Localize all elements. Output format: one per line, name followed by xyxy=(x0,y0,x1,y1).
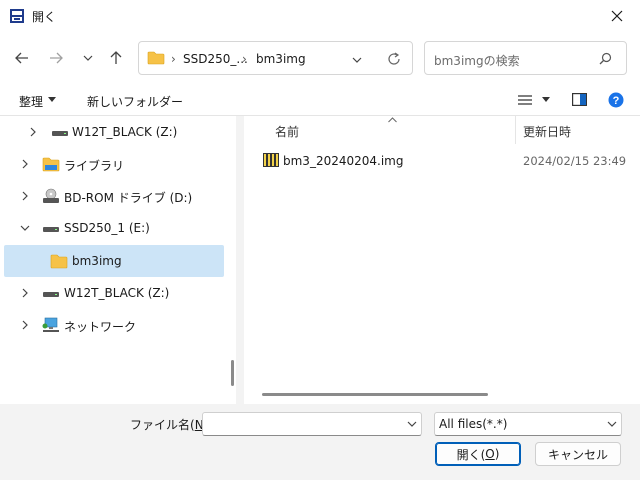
app-icon xyxy=(10,9,24,23)
refresh-icon[interactable] xyxy=(387,52,401,66)
file-name: bm3_20240204.img xyxy=(283,154,404,168)
navigation-pane[interactable]: W12T_BLACK (Z:) ライブラリ BD-ROM ドライブ (D:) S… xyxy=(0,116,236,404)
nav-item-label: bm3img xyxy=(72,254,122,268)
nav-item-libraries[interactable]: ライブラリ xyxy=(0,148,236,180)
filename-input[interactable] xyxy=(202,412,422,436)
filetype-select[interactable]: All files(*.*) xyxy=(434,412,622,436)
breadcrumb-separator: › xyxy=(242,52,247,66)
new-folder-button[interactable]: 新しいフォルダー xyxy=(87,93,183,110)
search-input[interactable]: bm3imgの検索 xyxy=(424,41,627,75)
breadcrumb-item[interactable]: SSD250_... xyxy=(183,52,248,66)
caret-down-icon[interactable] xyxy=(542,97,550,103)
optical-drive-icon xyxy=(43,188,59,203)
library-folder-icon xyxy=(42,157,60,172)
disk-image-file-icon xyxy=(263,153,279,167)
filetype-value: All files(*.*) xyxy=(439,417,508,431)
title-bar: 開く xyxy=(0,0,640,32)
recent-locations-button[interactable] xyxy=(76,46,100,70)
forward-button[interactable] xyxy=(44,46,68,70)
nav-item-label: W12T_BLACK (Z:) xyxy=(64,286,170,300)
chevron-right-icon[interactable] xyxy=(19,318,31,332)
preview-pane-icon[interactable] xyxy=(572,93,587,106)
chevron-down-icon xyxy=(83,55,93,61)
open-button[interactable]: 開く(O) xyxy=(435,442,521,466)
nav-item-label: ネットワーク xyxy=(64,320,137,334)
nav-item-ssd250[interactable]: SSD250_1 (E:) xyxy=(0,212,236,244)
up-button[interactable] xyxy=(104,46,128,70)
nav-item-bm3img[interactable]: bm3img xyxy=(4,245,224,277)
chevron-right-icon[interactable] xyxy=(19,286,31,300)
address-box[interactable]: › SSD250_... › bm3img xyxy=(138,41,413,75)
svg-text:?: ? xyxy=(613,95,620,107)
file-list[interactable]: 名前 更新日時 bm3_20240204.img 2024/02/15 23:4… xyxy=(244,116,640,404)
nav-item-label: ライブラリ xyxy=(64,159,125,173)
breadcrumb-separator: › xyxy=(171,52,176,66)
network-drive-icon xyxy=(52,131,68,136)
filename-label: ファイル名(N): xyxy=(130,418,212,432)
column-header-modified[interactable]: 更新日時 xyxy=(523,123,571,151)
network-drive-icon xyxy=(43,292,59,297)
arrow-left-icon xyxy=(15,52,28,64)
close-icon xyxy=(611,10,623,22)
folder-icon xyxy=(50,254,68,269)
caret-down-icon[interactable] xyxy=(48,97,56,103)
breadcrumb-item[interactable]: bm3img xyxy=(256,52,306,66)
organize-button[interactable]: 整理 xyxy=(19,93,43,110)
view-list-icon[interactable] xyxy=(518,94,532,106)
chevron-down-icon[interactable] xyxy=(407,420,417,428)
chevron-right-icon[interactable] xyxy=(19,157,31,171)
nav-scrollbar[interactable] xyxy=(231,360,234,386)
file-row[interactable]: bm3_20240204.img 2024/02/15 23:49 xyxy=(260,149,640,171)
nav-item-w12t-black[interactable]: W12T_BLACK (Z:) xyxy=(0,277,236,309)
drive-icon xyxy=(43,227,59,232)
chevron-right-icon[interactable] xyxy=(19,189,31,203)
nav-item-label: SSD250_1 (E:) xyxy=(64,221,150,235)
arrow-up-icon xyxy=(110,51,122,64)
arrow-right-icon xyxy=(50,52,63,64)
search-placeholder: bm3imgの検索 xyxy=(434,54,520,68)
file-modified: 2024/02/15 23:49 xyxy=(523,154,627,168)
help-icon[interactable]: ? xyxy=(608,92,624,108)
close-button[interactable] xyxy=(594,0,640,32)
back-button[interactable] xyxy=(10,46,34,70)
command-bar: 整理 新しいフォルダー ? xyxy=(0,84,640,116)
nav-item-bd-rom[interactable]: BD-ROM ドライブ (D:) xyxy=(0,180,236,212)
chevron-down-icon[interactable] xyxy=(351,54,363,66)
column-header-name[interactable]: 名前 xyxy=(275,123,299,151)
chevron-down-icon[interactable] xyxy=(19,221,31,235)
nav-item-label: W12T_BLACK (Z:) xyxy=(72,125,178,139)
sort-up-icon xyxy=(388,117,397,123)
nav-item-w12t-black[interactable]: W12T_BLACK (Z:) xyxy=(0,116,236,148)
folder-icon xyxy=(147,51,165,65)
cancel-button[interactable]: キャンセル xyxy=(535,442,621,466)
nav-item-network[interactable]: ネットワーク xyxy=(0,309,236,341)
search-icon[interactable] xyxy=(599,52,612,65)
window-title: 開く xyxy=(32,10,57,24)
column-separator[interactable] xyxy=(515,116,516,144)
file-list-scrollbar[interactable] xyxy=(262,393,488,396)
nav-item-label: BD-ROM ドライブ (D:) xyxy=(64,191,193,205)
network-icon xyxy=(42,317,59,332)
chevron-right-icon[interactable] xyxy=(27,125,39,139)
chevron-down-icon[interactable] xyxy=(607,420,617,428)
